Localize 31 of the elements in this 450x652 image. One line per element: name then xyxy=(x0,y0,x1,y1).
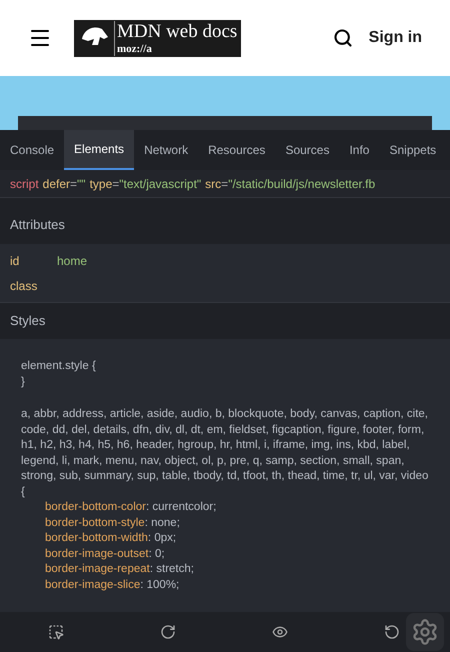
devtools-tab[interactable]: Snippets xyxy=(379,130,446,170)
devtools-tab[interactable]: Elements xyxy=(64,130,134,170)
sign-in-button[interactable]: Sign in xyxy=(368,26,422,50)
css-declaration: border-bottom-color: currentcolor; xyxy=(44,500,218,515)
eye-icon[interactable] xyxy=(272,624,288,640)
attribute-name: id xyxy=(10,252,20,270)
devtools-tab[interactable]: Console xyxy=(0,130,64,170)
css-declaration: border-image-repeat: stretch; xyxy=(44,562,195,577)
section-header: Attributes xyxy=(0,206,450,244)
logo-title: MDN web docs xyxy=(117,20,238,42)
css-selector: element.style { xyxy=(21,359,97,374)
attribute-name: class xyxy=(10,278,38,294)
css-brace: } xyxy=(21,374,26,390)
logo-subtitle: moz://a xyxy=(117,42,153,56)
css-declaration: border-image-outset: 0; xyxy=(44,546,166,562)
section-header: Styles xyxy=(0,303,450,339)
settings-button[interactable] xyxy=(406,613,444,651)
undo-icon[interactable] xyxy=(384,624,400,640)
devtools-tab[interactable]: Network xyxy=(134,130,198,170)
settings-icon xyxy=(411,618,439,646)
element-picker-icon[interactable] xyxy=(48,624,64,640)
css-declaration: border-bottom-width: 0px; xyxy=(44,531,178,546)
reload-icon[interactable] xyxy=(160,624,176,640)
devtools-tab[interactable]: Info xyxy=(339,130,380,170)
attribute-value: home xyxy=(57,252,88,270)
devtools-tab[interactable]: Sources xyxy=(275,130,340,170)
devtools-tab[interactable]: Resources xyxy=(198,130,276,170)
logo[interactable]: MDN web docs moz://a xyxy=(74,20,242,56)
css-declaration: border-image-slice: 100%; xyxy=(44,578,180,592)
search-icon[interactable] xyxy=(332,28,353,48)
css-declaration: border-bottom-style: none; xyxy=(44,516,181,530)
